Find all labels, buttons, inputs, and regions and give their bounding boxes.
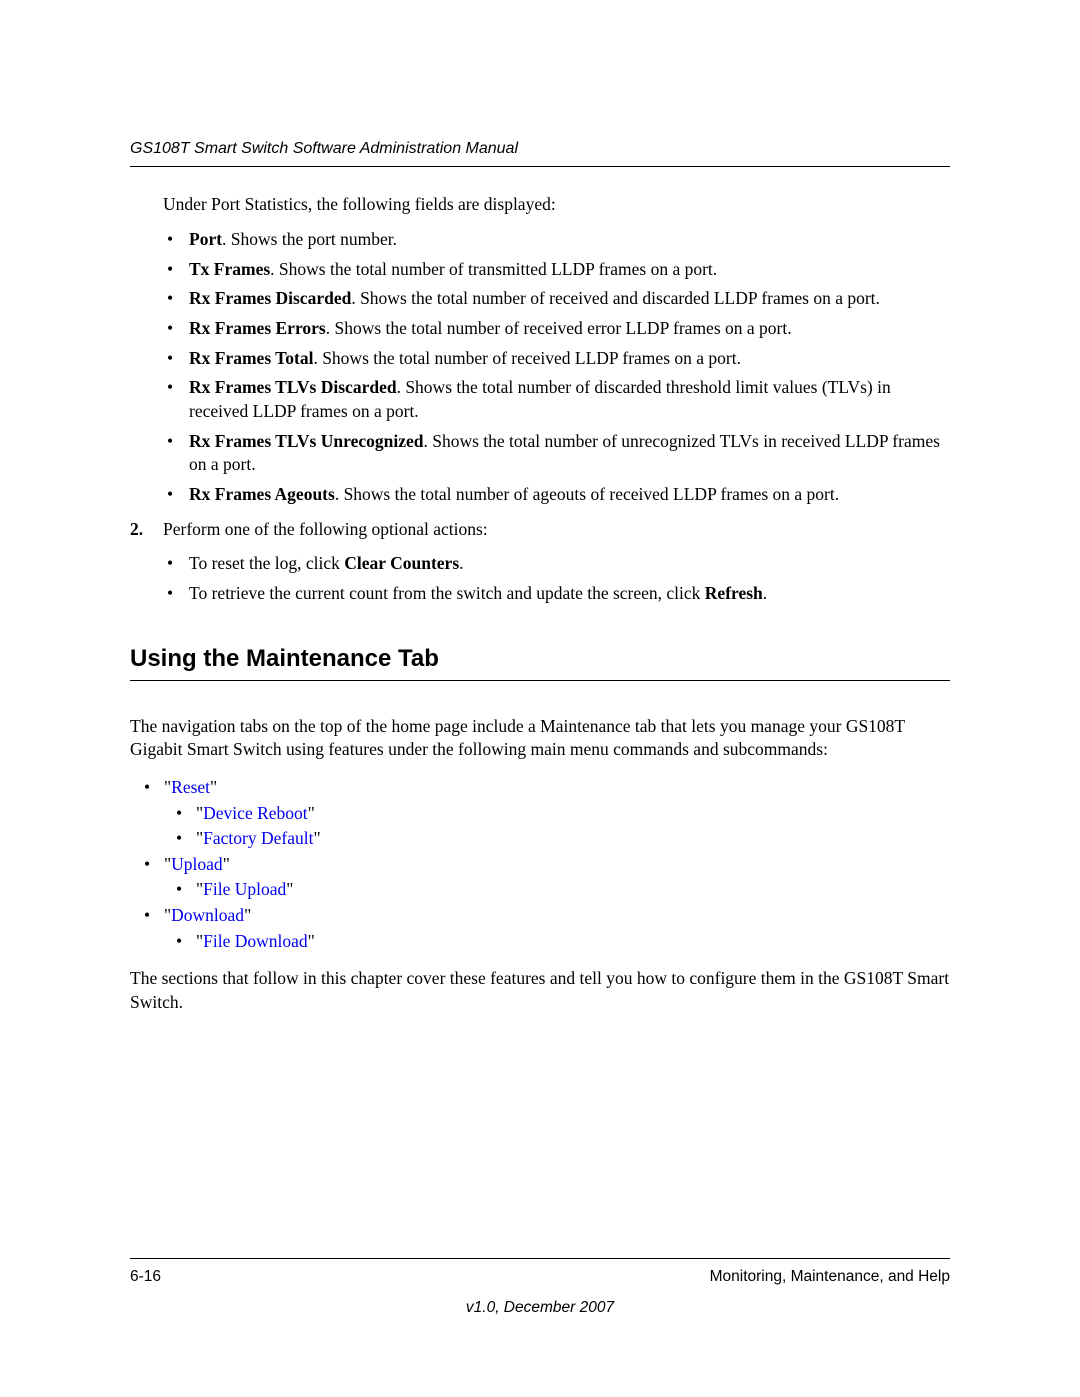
field-term: Tx Frames [189,259,270,279]
action-text: To reset the log, click [189,553,344,573]
field-desc: . Shows the total number of received and… [351,288,880,308]
toc-item: "Reset" "Device Reboot" "Factory Default… [130,776,950,851]
chapter-name: Monitoring, Maintenance, and Help [710,1267,950,1288]
action-post: . [763,583,767,603]
toc-subitem: "File Download" [164,930,950,954]
toc-subitem: "Factory Default" [164,827,950,851]
page-footer: 6-16 Monitoring, Maintenance, and Help v… [130,1258,950,1319]
field-desc: . Shows the total number of received LLD… [313,348,741,368]
action-bold: Clear Counters [344,553,459,573]
action-text: To retrieve the current count from the s… [189,583,705,603]
document-page: GS108T Smart Switch Software Administrat… [0,0,1080,1397]
field-term: Rx Frames Ageouts [189,484,335,504]
action-bold: Refresh [705,583,763,603]
toc-subitem: "Device Reboot" [164,802,950,826]
section-intro: The navigation tabs on the top of the ho… [130,715,950,762]
closing-text: The sections that follow in this chapter… [130,967,950,1014]
quote: " [308,803,315,823]
list-item: To retrieve the current count from the s… [163,582,950,606]
list-item: Rx Frames TLVs Discarded. Shows the tota… [163,376,950,423]
action-list: To reset the log, click Clear Counters. … [163,552,950,605]
quote: " [210,777,217,797]
field-term: Rx Frames Total [189,348,313,368]
section-heading: Using the Maintenance Tab [130,643,950,680]
toc-link-file-download[interactable]: File Download [203,931,308,951]
field-term: Rx Frames Errors [189,318,326,338]
quote: " [223,854,230,874]
toc-sublist: "File Upload" [164,878,950,902]
toc-link-factory-default[interactable]: Factory Default [203,828,313,848]
step-number: 2. [130,518,163,542]
page-number: 6-16 [130,1267,161,1288]
step-row: 2. Perform one of the following optional… [130,518,950,542]
quote: " [286,879,293,899]
toc-subitem: "File Upload" [164,878,950,902]
list-item: Rx Frames Discarded. Shows the total num… [163,287,950,311]
toc-list: "Reset" "Device Reboot" "Factory Default… [130,776,950,953]
quote: " [313,828,320,848]
toc-link-upload[interactable]: Upload [171,854,223,874]
step-text: Perform one of the following optional ac… [163,518,488,542]
list-item: Rx Frames Errors. Shows the total number… [163,317,950,341]
field-term: Rx Frames TLVs Unrecognized [189,431,423,451]
list-item: To reset the log, click Clear Counters. [163,552,950,576]
field-term: Port [189,229,222,249]
list-item: Port. Shows the port number. [163,228,950,252]
running-header: GS108T Smart Switch Software Administrat… [130,138,950,160]
toc-sublist: "File Download" [164,930,950,954]
field-term: Rx Frames Discarded [189,288,351,308]
quote: " [244,905,251,925]
field-desc: . Shows the total number of transmitted … [270,259,717,279]
quote: " [308,931,315,951]
toc-item: "Download" "File Download" [130,904,950,953]
field-desc: . Shows the total number of received err… [326,318,792,338]
list-item: Rx Frames Total. Shows the total number … [163,347,950,371]
list-item: Rx Frames Ageouts. Shows the total numbe… [163,483,950,507]
toc-link-download[interactable]: Download [171,905,244,925]
field-desc: . Shows the total number of ageouts of r… [335,484,839,504]
intro-text: Under Port Statistics, the following fie… [163,193,950,217]
doc-version: v1.0, December 2007 [130,1298,950,1319]
toc-sublist: "Device Reboot" "Factory Default" [164,802,950,851]
list-item: Tx Frames. Shows the total number of tra… [163,258,950,282]
toc-link-reset[interactable]: Reset [171,777,210,797]
toc-link-file-upload[interactable]: File Upload [203,879,286,899]
field-term: Rx Frames TLVs Discarded [189,377,397,397]
toc-item: "Upload" "File Upload" [130,853,950,902]
toc-link-device-reboot[interactable]: Device Reboot [203,803,307,823]
footer-rule [130,1258,950,1259]
action-post: . [459,553,463,573]
list-item: Rx Frames TLVs Unrecognized. Shows the t… [163,430,950,477]
field-list: Port. Shows the port number. Tx Frames. … [163,228,950,506]
header-rule [130,166,950,167]
field-desc: . Shows the port number. [222,229,397,249]
